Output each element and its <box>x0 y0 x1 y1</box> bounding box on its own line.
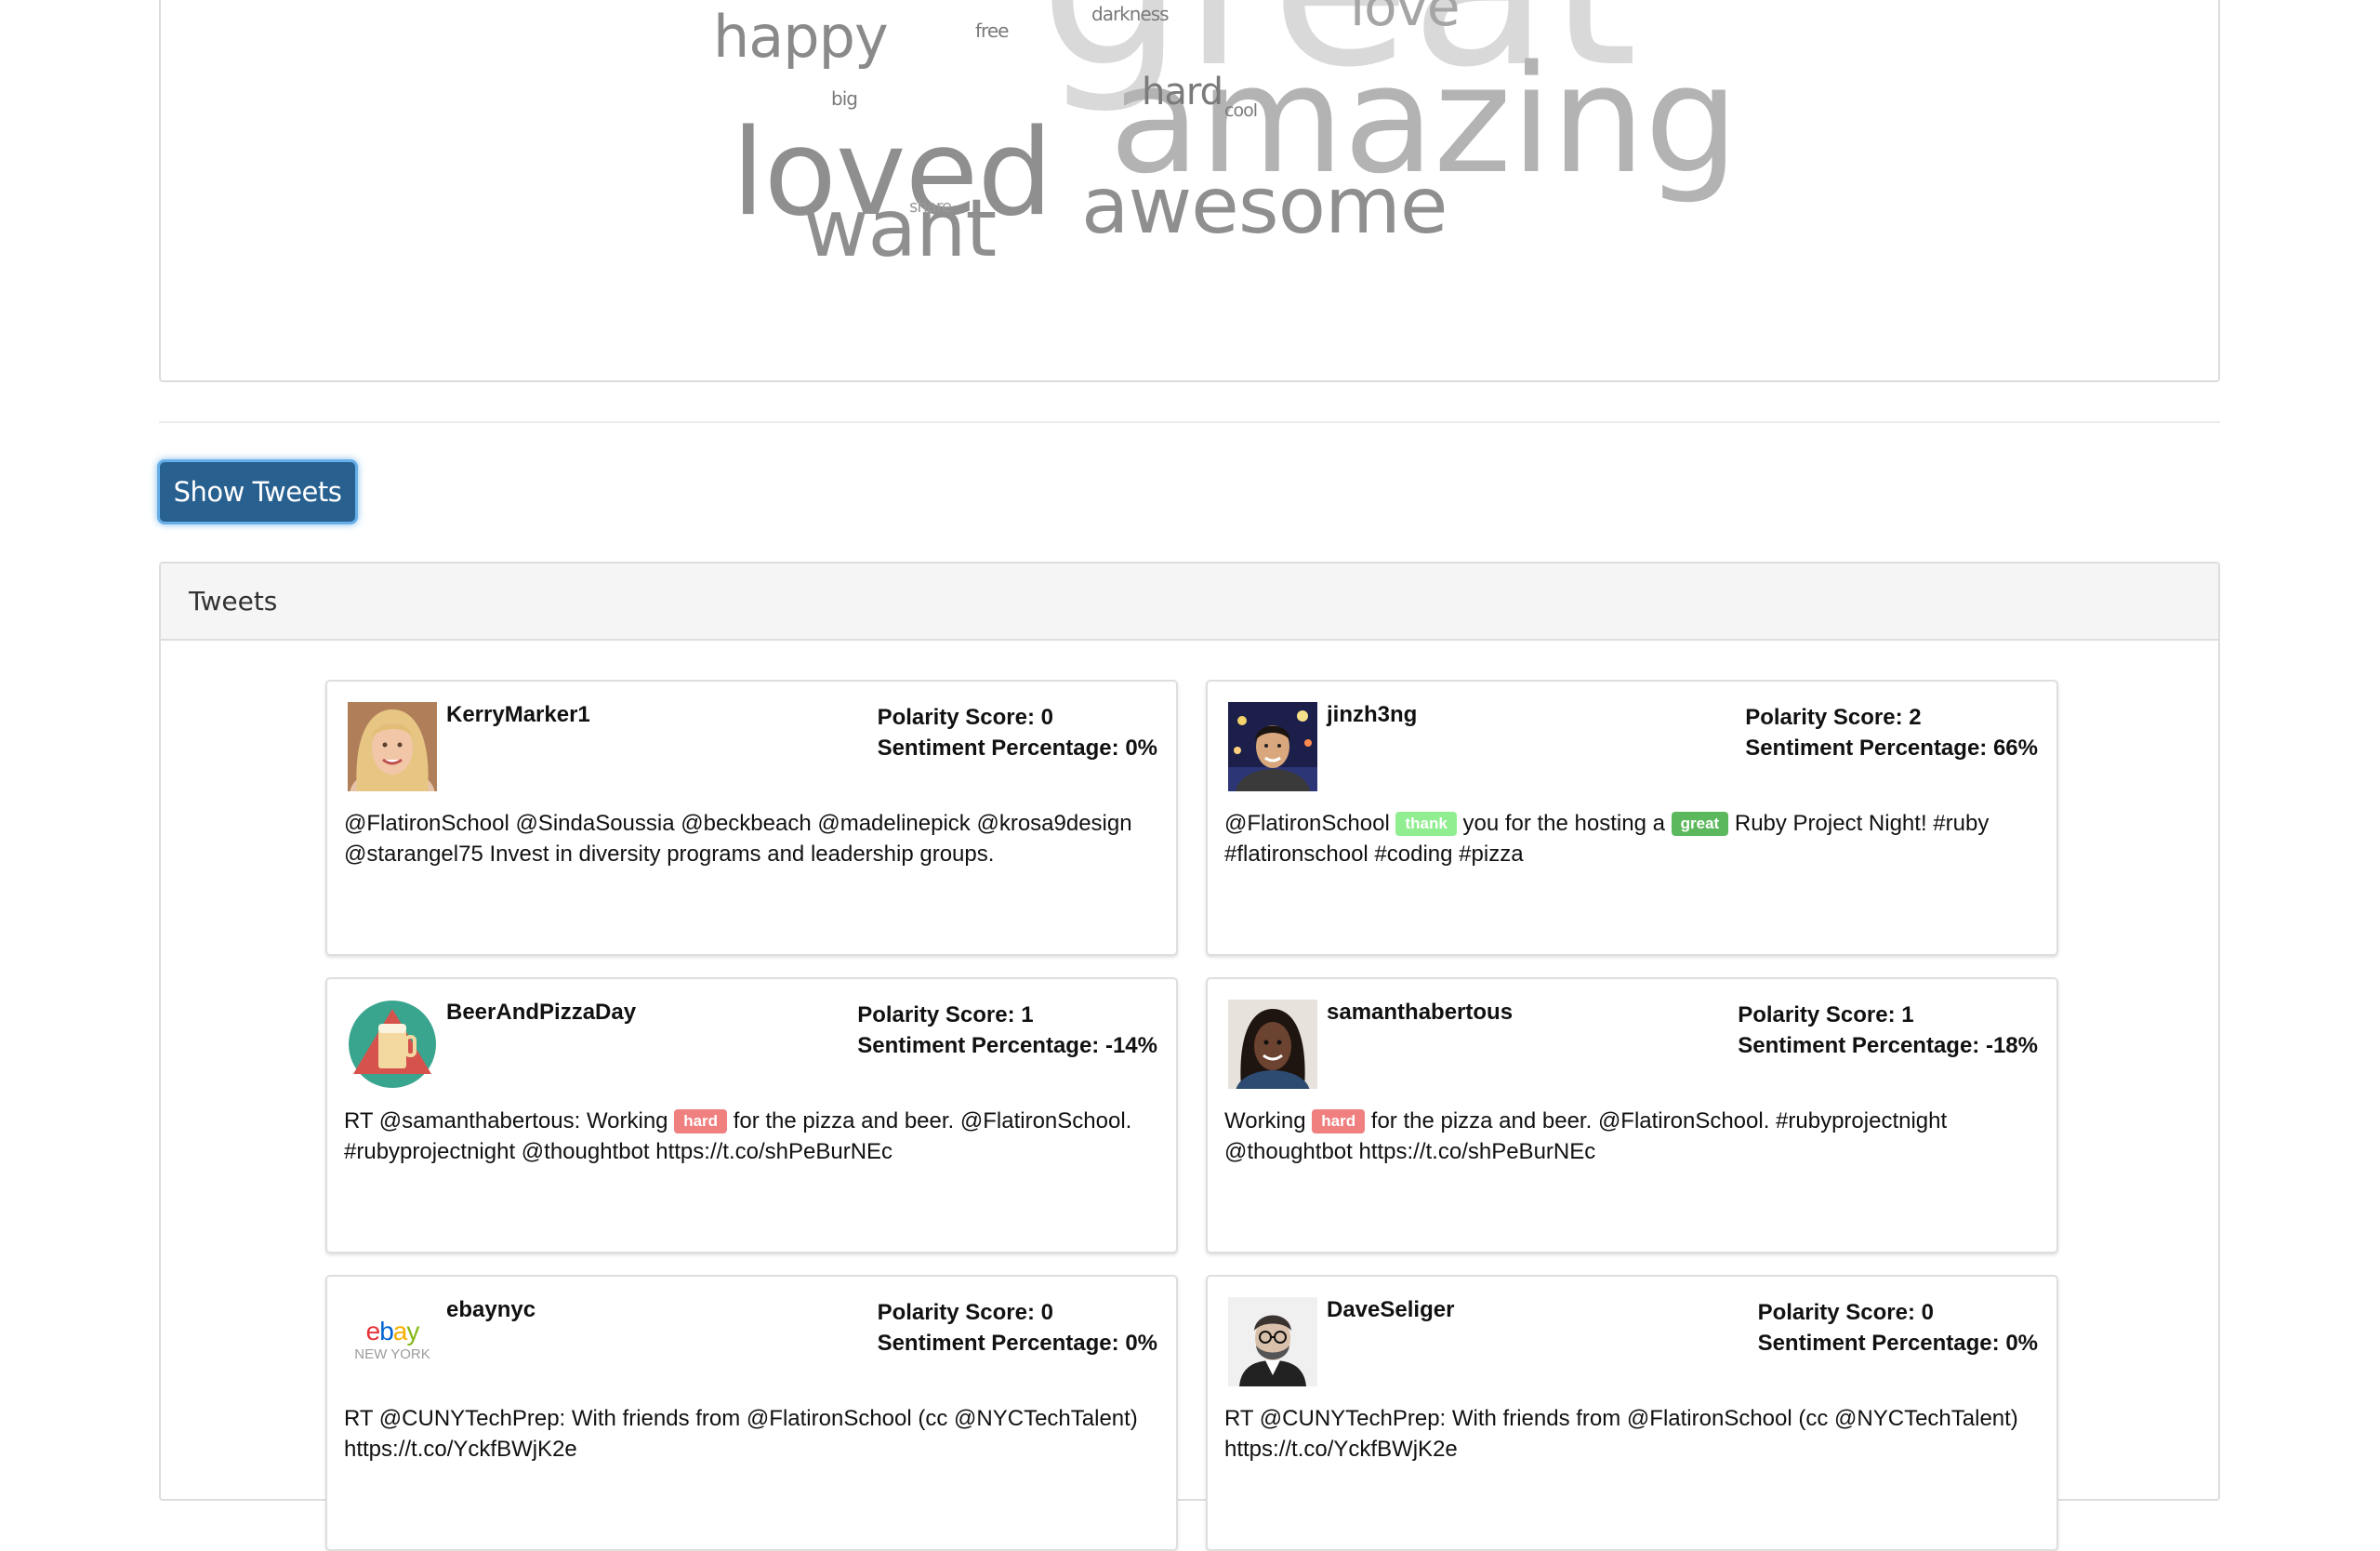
avatar[interactable] <box>1228 1297 1317 1386</box>
tweet-scores: Polarity Score: 0 Sentiment Percentage: 0… <box>878 1297 1157 1359</box>
svg-text:NEW YORK: NEW YORK <box>354 1346 430 1362</box>
polarity-score: Polarity Score: 1 <box>1738 1000 2038 1030</box>
polarity-value: 0 <box>1921 1300 1934 1325</box>
word-cloud-panel: great amazing loved want awesome happy l… <box>159 0 2220 382</box>
polarity-label: Polarity Score: <box>1745 705 1903 730</box>
avatar[interactable] <box>1228 702 1317 791</box>
sentiment-label: Sentiment Percentage: <box>857 1033 1100 1058</box>
tweet-username[interactable]: samanthabertous <box>1327 1000 1513 1026</box>
polarity-score: Polarity Score: 0 <box>1758 1297 2038 1328</box>
polarity-value: 1 <box>1901 1002 1914 1027</box>
tweet-scores: Polarity Score: 1 Sentiment Percentage: -… <box>857 1000 1157 1061</box>
sentiment-keyword-badge: great <box>1671 812 1729 836</box>
tweet-username[interactable]: jinzh3ng <box>1327 702 1417 728</box>
word-love: love <box>1350 0 1461 38</box>
word-cool: cool <box>1224 100 1258 121</box>
word-big: big <box>831 87 858 110</box>
tweet-text: RT @samanthabertous: Working hard for th… <box>344 1106 1157 1167</box>
tweet-text-segment: @FlatironSchool @SindaSoussia @beckbeach… <box>344 811 1139 867</box>
tweet-username[interactable]: BeerAndPizzaDay <box>446 1000 636 1026</box>
tweets-panel: Tweets KerryMarker1 Polarity Score: 0 Sent… <box>159 562 2220 1551</box>
tweet-text: RT @CUNYTechPrep: With friends from @Fla… <box>344 1403 1157 1465</box>
polarity-value: 2 <box>1909 705 1922 730</box>
word-want: want <box>803 182 997 275</box>
tweets-panel-heading: Tweets <box>161 563 2218 641</box>
word-share: share <box>909 197 952 217</box>
tweet-text-segment: RT @CUNYTechPrep: With friends from @Fla… <box>1224 1406 2025 1462</box>
svg-text:ebay: ebay <box>366 1317 420 1346</box>
tweet-text-segment: RT @CUNYTechPrep: With friends from @Fla… <box>344 1406 1144 1462</box>
tweet-text: RT @CUNYTechPrep: With friends from @Fla… <box>1224 1403 2038 1465</box>
word-happy: happy <box>713 3 889 71</box>
word-awesome: awesome <box>1081 160 1448 251</box>
polarity-label: Polarity Score: <box>877 705 1035 730</box>
tweet-text: @FlatironSchool thank you for the hostin… <box>1224 808 2038 869</box>
sentiment-value: 66% <box>1992 736 2038 761</box>
sentiment-value: 0% <box>2005 1331 2038 1356</box>
tweet-card: samanthabertous Polarity Score: 1 Sentimen… <box>1206 977 2058 1253</box>
tweet-username[interactable]: KerryMarker1 <box>446 702 590 728</box>
avatar[interactable] <box>1228 1000 1317 1089</box>
sentiment-keyword-badge: thank <box>1395 812 1457 836</box>
sentiment-percentage: Sentiment Percentage: -14% <box>857 1030 1157 1061</box>
tweet-scores: Polarity Score: 0 Sentiment Percentage: 0… <box>1758 1297 2038 1359</box>
sentiment-value: 0% <box>1125 1331 1157 1356</box>
sentiment-keyword-badge: hard <box>1312 1109 1366 1133</box>
polarity-label: Polarity Score: <box>1738 1002 1896 1027</box>
sentiment-label: Sentiment Percentage: <box>877 1331 1119 1356</box>
tweet-text-segment: you for the hosting a <box>1456 811 1672 836</box>
tweet-username[interactable]: DaveSeliger <box>1327 1297 1454 1323</box>
word-darkness: darkness <box>1091 3 1170 25</box>
tweet-card: DaveSeliger Polarity Score: 0 Sentiment Pe… <box>1206 1275 2058 1551</box>
sentiment-percentage: Sentiment Percentage: -18% <box>1738 1030 2038 1061</box>
sentiment-value: -18% <box>1985 1033 2038 1058</box>
section-divider <box>159 421 2220 423</box>
polarity-value: 0 <box>1040 1300 1053 1325</box>
tweet-text-segment: RT @samanthabertous: Working <box>344 1108 675 1133</box>
tweet-card: BeerAndPizzaDay Polarity Score: 1 Sentimen… <box>325 977 1178 1253</box>
word-hard: hard <box>1142 71 1223 113</box>
polarity-label: Polarity Score: <box>877 1300 1035 1325</box>
sentiment-label: Sentiment Percentage: <box>877 736 1119 761</box>
polarity-score: Polarity Score: 0 <box>878 1297 1157 1328</box>
avatar[interactable] <box>348 702 437 791</box>
polarity-value: 1 <box>1021 1002 1034 1027</box>
sentiment-percentage: Sentiment Percentage: 66% <box>1745 733 2038 763</box>
sentiment-value: -14% <box>1104 1033 1157 1058</box>
polarity-score: Polarity Score: 0 <box>878 702 1157 733</box>
sentiment-percentage: Sentiment Percentage: 0% <box>878 733 1157 763</box>
tweet-scores: Polarity Score: 2 Sentiment Percentage: 6… <box>1745 702 2038 763</box>
tweet-card: jinzh3ng Polarity Score: 2 Sentiment Perce… <box>1206 680 2058 956</box>
tweet-scores: Polarity Score: 1 Sentiment Percentage: -… <box>1738 1000 2038 1061</box>
polarity-value: 0 <box>1040 705 1053 730</box>
tweet-text-segment: @FlatironSchool <box>1224 811 1396 836</box>
avatar[interactable]: ebay NEW YORK <box>348 1297 437 1386</box>
sentiment-label: Sentiment Percentage: <box>1738 1033 1980 1058</box>
polarity-score: Polarity Score: 1 <box>857 1000 1157 1030</box>
tweet-text-segment: Working <box>1224 1108 1313 1133</box>
word-free: free <box>975 20 1009 42</box>
sentiment-keyword-badge: hard <box>674 1109 728 1133</box>
tweet-card: KerryMarker1 Polarity Score: 0 Sentiment P… <box>325 680 1178 956</box>
polarity-label: Polarity Score: <box>857 1002 1015 1027</box>
tweet-username[interactable]: ebaynyc <box>446 1297 536 1323</box>
polarity-score: Polarity Score: 2 <box>1745 702 2038 733</box>
sentiment-value: 0% <box>1125 736 1157 761</box>
tweet-text: @FlatironSchool @SindaSoussia @beckbeach… <box>344 808 1157 869</box>
tweet-text: Working hard for the pizza and beer. @Fl… <box>1224 1106 2038 1167</box>
sentiment-percentage: Sentiment Percentage: 0% <box>878 1328 1157 1359</box>
avatar[interactable] <box>348 1000 437 1089</box>
sentiment-percentage: Sentiment Percentage: 0% <box>1758 1328 2038 1359</box>
tweet-scores: Polarity Score: 0 Sentiment Percentage: 0… <box>878 702 1157 763</box>
sentiment-label: Sentiment Percentage: <box>1757 1331 2000 1356</box>
sentiment-label: Sentiment Percentage: <box>1745 736 1988 761</box>
show-tweets-button[interactable]: Show Tweets <box>157 459 358 524</box>
tweet-card: ebay NEW YORK ebaynyc Polarity Score: 0 Sent… <box>325 1275 1178 1551</box>
polarity-label: Polarity Score: <box>1757 1300 1915 1325</box>
